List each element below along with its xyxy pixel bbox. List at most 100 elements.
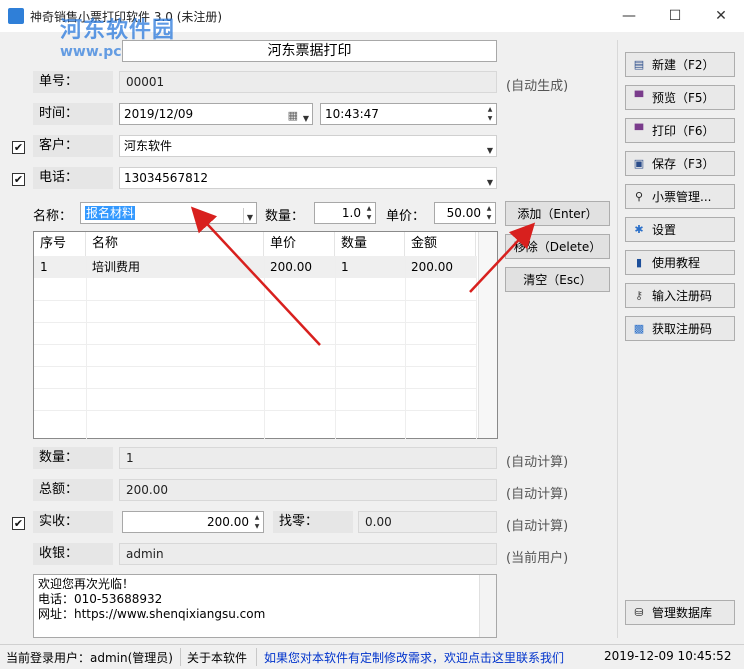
cell-qty: 1 [341, 260, 349, 274]
save-disk-icon: ▣ [633, 157, 645, 170]
new-doc-icon: ▤ [633, 58, 645, 71]
calendar-icon[interactable]: ▦ [288, 106, 298, 124]
grid-line [34, 410, 476, 411]
database-icon: ⛁ [634, 606, 644, 619]
save-button[interactable]: ▣ 保存（F3） [625, 151, 735, 176]
cashier-label: 收银： [33, 543, 113, 565]
time-label: 时间： [33, 103, 113, 125]
item-name-combobox[interactable]: 报名材料 ▼ [80, 202, 257, 224]
price-value: 50.00 [446, 206, 481, 220]
count-value: 1 [119, 447, 497, 469]
customer-checkbox[interactable]: ✔ [12, 141, 25, 154]
grid-line [335, 256, 336, 440]
tutorial-button[interactable]: ▮ 使用教程 [625, 250, 735, 275]
spinner-arrows-icon[interactable]: ▲ ▼ [364, 204, 374, 222]
gear-icon: ✱ [634, 223, 644, 236]
cell-name: 培训费用 [92, 260, 141, 274]
chevron-down-icon[interactable]: ▼ [487, 173, 493, 188]
order-no-hint: (自动生成) [506, 79, 569, 94]
printer-icon: ▀ [634, 124, 644, 137]
column-header-index[interactable]: 序号 [34, 232, 86, 256]
table-row[interactable]: 1 培训费用 200.00 1 200.00 [34, 256, 476, 278]
received-spinner[interactable]: 200.00 ▲ ▼ [122, 511, 264, 533]
footer-line: 网址：https://www.shenqixiangsu.com [38, 607, 266, 621]
shop-name-field[interactable]: 河东票据打印 [122, 40, 497, 62]
print-button[interactable]: ▀ 打印（F6） [625, 118, 735, 143]
customer-combobox[interactable]: 河东软件 ▼ [119, 135, 497, 157]
preview-button[interactable]: ▀ 预览（F5） [625, 85, 735, 110]
cell-index: 1 [40, 260, 48, 274]
about-link[interactable]: 关于本软件 [187, 649, 247, 666]
maximize-button[interactable]: ☐ [652, 0, 698, 32]
spinner-arrows-icon[interactable]: ▲ ▼ [485, 105, 495, 123]
clear-items-button[interactable]: 清空（Esc） [505, 267, 610, 292]
remove-item-button[interactable]: 移除（Delete） [505, 234, 610, 259]
items-table[interactable]: 序号 名称 单价 数量 金额 1 培训费用 200.00 1 200.00 [33, 231, 498, 440]
vertical-scrollbar[interactable] [479, 575, 496, 637]
manage-db-button[interactable]: ⛁ 管理数据库 [625, 600, 735, 625]
column-header-price[interactable]: 单价 [264, 232, 335, 256]
date-picker[interactable]: 2019/12/09 ▦ ▼ [119, 103, 313, 125]
status-divider [256, 648, 257, 666]
enter-regcode-button[interactable]: ⚷ 输入注册码 [625, 283, 735, 308]
key-icon: ⚷ [634, 289, 644, 302]
price-spinner[interactable]: 50.00 ▲ ▼ [434, 202, 496, 224]
grid-line [34, 344, 476, 345]
total-hint: (自动计算) [506, 487, 569, 502]
qty-spinner[interactable]: 1.0 ▲ ▼ [314, 202, 376, 224]
vertical-scrollbar[interactable] [478, 232, 497, 438]
column-header-name[interactable]: 名称 [86, 232, 264, 256]
close-button[interactable]: ✕ [698, 0, 744, 32]
price-label: 单价： [386, 209, 426, 224]
footer-line: 电话：010-53688932 [38, 592, 163, 606]
contact-link[interactable]: 如果您对本软件有定制修改需求，欢迎点击这里联系我们 [264, 649, 564, 666]
minimize-button[interactable]: — [606, 0, 652, 32]
phone-checkbox[interactable]: ✔ [12, 173, 25, 186]
chevron-down-icon[interactable]: ▼ [303, 109, 309, 124]
grid-line [86, 256, 87, 440]
app-icon [8, 8, 24, 24]
item-name-selected-text: 报名材料 [85, 206, 136, 220]
search-icon: ⚲ [634, 190, 644, 203]
phone-combobox[interactable]: 13034567812 ▼ [119, 167, 497, 189]
time-spinner[interactable]: 10:43:47 ▲ ▼ [320, 103, 497, 125]
footer-line: 欢迎您再次光临！ [38, 577, 135, 591]
grid-line [264, 256, 265, 440]
new-button[interactable]: ▤ 新建（F2） [625, 52, 735, 77]
chevron-down-icon[interactable]: ▼ [242, 208, 253, 223]
column-header-qty[interactable]: 数量 [335, 232, 405, 256]
status-current-user: 当前登录用户：admin(管理员) [6, 651, 173, 665]
received-checkbox[interactable]: ✔ [12, 517, 25, 530]
count-label: 数量： [33, 447, 113, 469]
cashier-hint: (当前用户) [506, 551, 569, 566]
footer-note-textarea[interactable]: 欢迎您再次光临！ 电话：010-53688932 网址：https://www.… [33, 574, 497, 638]
grid-line [34, 322, 476, 323]
grid-line [476, 256, 477, 440]
phone-label: 电话： [33, 167, 113, 189]
preview-button-label: 预览（F5） [652, 91, 715, 105]
get-regcode-button[interactable]: ▩ 获取注册码 [625, 316, 735, 341]
gift-icon: ▩ [633, 322, 645, 335]
grid-line [34, 388, 476, 389]
customer-value: 河东软件 [124, 139, 173, 153]
ticket-manage-button[interactable]: ⚲ 小票管理... [625, 184, 735, 209]
chevron-down-icon[interactable]: ▼ [487, 141, 493, 156]
phone-value: 13034567812 [124, 171, 208, 185]
status-datetime: 2019-12-09 10:45:52 [604, 649, 732, 663]
settings-button[interactable]: ✱ 设置 [625, 217, 735, 242]
date-value: 2019/12/09 [124, 107, 194, 121]
item-name-label: 名称： [33, 209, 73, 224]
grid-line [405, 256, 406, 440]
cell-price: 200.00 [270, 260, 312, 274]
grid-line [34, 300, 476, 301]
total-label: 总额： [33, 479, 113, 501]
add-item-button[interactable]: 添加（Enter） [505, 201, 610, 226]
status-bar: 当前登录用户：admin(管理员) 关于本软件 如果您对本软件有定制修改需求，欢… [0, 644, 744, 669]
count-hint: (自动计算) [506, 455, 569, 470]
change-label: 找零： [273, 511, 353, 533]
preview-printer-icon: ▀ [634, 91, 644, 104]
column-header-amount[interactable]: 金额 [405, 232, 476, 256]
title-bar: 神奇销售小票打印软件 3.0 (未注册) 河东软件园 — ☐ ✕ [0, 0, 744, 43]
spinner-arrows-icon[interactable]: ▲ ▼ [252, 513, 262, 531]
spinner-arrows-icon[interactable]: ▲ ▼ [484, 204, 494, 222]
